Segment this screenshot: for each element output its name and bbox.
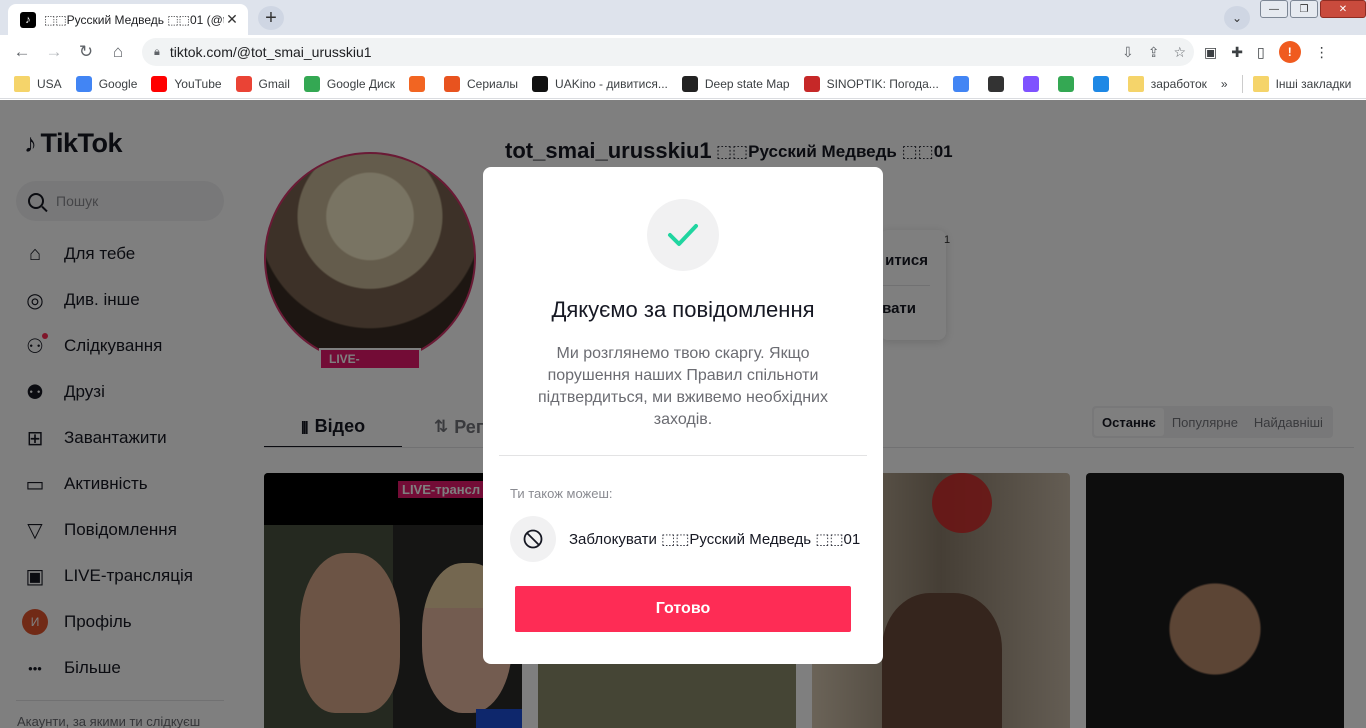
maps-icon: [1057, 75, 1074, 92]
bookmark-item[interactable]: Google: [75, 75, 138, 92]
f-app-icon: [409, 75, 425, 92]
bookmark-label: Gmail: [258, 76, 290, 91]
bookmark-label: UAKino - дивитися...: [555, 76, 668, 91]
tab-close-icon[interactable]: ✕: [224, 11, 240, 28]
browser-tab[interactable]: ♪ ⬚⬚Русский Медведь ⬚⬚01 (@to ✕: [8, 4, 248, 35]
back-icon[interactable]: ←: [6, 38, 38, 66]
youtube-icon: [151, 75, 168, 92]
share-icon[interactable]: ⇪: [1148, 44, 1160, 61]
tab-search-chevron-icon[interactable]: ⌄: [1224, 6, 1250, 30]
tab-title: ⬚⬚Русский Медведь ⬚⬚01 (@to: [44, 12, 224, 27]
block-icon: [510, 516, 556, 562]
extensions-puzzle-icon[interactable]: ✚: [1231, 44, 1243, 61]
bookmark-item[interactable]: [1022, 75, 1046, 92]
translate-icon: [952, 75, 969, 92]
gmail-icon: [235, 75, 252, 92]
bookmark-item[interactable]: [1057, 75, 1081, 92]
fox-icon: [444, 75, 460, 92]
folder-icon: [14, 75, 30, 92]
bookmark-item[interactable]: заработок: [1127, 75, 1207, 92]
report-thanks-dialog: Дякуємо за повідомлення Ми розглянемо тв…: [483, 167, 883, 664]
address-bar[interactable]: 🔒︎ tiktok.com/@tot_smai_urusskiu1 ⇩ ⇪ ☆: [142, 38, 1194, 66]
maximize-button[interactable]: ❐: [1290, 0, 1318, 18]
browser-tab-strip: ♪ ⬚⬚Русский Медведь ⬚⬚01 (@to ✕ + ⌄ — ❐ …: [0, 0, 1366, 35]
bookmark-label: Інші закладки: [1275, 76, 1352, 91]
extension-app-icon[interactable]: ▣: [1204, 44, 1217, 61]
bookmark-label: Google: [98, 76, 138, 91]
thermometer-icon: [803, 75, 820, 92]
google-icon: [75, 75, 92, 92]
side-panel-icon[interactable]: ▯: [1257, 44, 1265, 61]
bookmark-label: Deep state Map: [704, 76, 790, 91]
install-app-icon[interactable]: ⇩: [1122, 44, 1134, 61]
reload-icon[interactable]: ↻: [70, 38, 102, 66]
bookmark-item[interactable]: [987, 75, 1011, 92]
lock-icon[interactable]: 🔒︎: [154, 46, 160, 59]
bookmark-item[interactable]: Google Диск: [303, 75, 395, 92]
dialog-divider: [499, 455, 867, 456]
window-close-button[interactable]: ✕: [1320, 0, 1366, 18]
bookmark-item[interactable]: YouTube: [151, 75, 222, 92]
other-bookmarks-folder[interactable]: Інші закладки: [1252, 75, 1352, 92]
home-browser-icon[interactable]: ⌂: [102, 38, 134, 66]
bookmark-star-icon[interactable]: ☆: [1173, 44, 1186, 61]
bookmark-label: Google Диск: [326, 76, 395, 91]
forward-icon[interactable]: →: [38, 38, 70, 66]
bookmarks-bar: USA Google YouTube Gmail Google Диск Сериалы U…: [0, 69, 1366, 99]
extensions-area: ▣ ✚ ▯ ! ⋮: [1204, 38, 1329, 66]
minimize-button[interactable]: —: [1260, 0, 1288, 18]
tiktok-favicon-icon: ♪: [20, 11, 36, 28]
done-button[interactable]: Готово: [515, 586, 851, 632]
bookmark-item[interactable]: UAKino - дивитися...: [532, 75, 668, 92]
bookmark-item[interactable]: USA: [14, 75, 62, 92]
folder-icon: [1252, 75, 1269, 92]
bookmark-item[interactable]: [409, 75, 432, 92]
bookmark-label: SINOPTIK: Погода...: [826, 76, 939, 91]
folder-icon: [1127, 75, 1144, 92]
star-burst-icon: [1092, 75, 1109, 92]
also-can-label: Ти також можеш:: [510, 486, 613, 501]
bookmark-item[interactable]: [1092, 75, 1116, 92]
bookmark-item[interactable]: SINOPTIK: Погода...: [803, 75, 939, 92]
browser-profile-avatar[interactable]: !: [1278, 41, 1301, 63]
kotlin-icon: [1022, 75, 1039, 92]
deepstate-icon: [681, 75, 698, 92]
bookmark-label: USA: [37, 76, 62, 91]
bookmark-item[interactable]: Deep state Map: [681, 75, 790, 92]
window-controls: — ❐ ✕: [1258, 0, 1366, 20]
bookmark-item[interactable]: Gmail: [235, 75, 290, 92]
success-check-icon: [647, 199, 719, 271]
uakino-icon: [532, 75, 549, 92]
new-tab-button[interactable]: +: [258, 6, 284, 30]
browser-menu-icon[interactable]: ⋮: [1315, 44, 1329, 61]
dialog-title: Дякуємо за повідомлення: [551, 297, 815, 322]
bookmarks-separator: [1241, 74, 1243, 93]
block-user-option[interactable]: Заблокувати ⬚⬚Русский Медведь ⬚⬚01: [510, 516, 860, 562]
bookmark-label: YouTube: [174, 76, 222, 91]
url-text[interactable]: tiktok.com/@tot_smai_urusskiu1: [170, 44, 372, 60]
bookmark-label: заработок: [1150, 76, 1207, 91]
bookmark-item[interactable]: [952, 75, 976, 92]
dialog-message: Ми розглянемо твою скаргу. Якщо порушенн…: [538, 345, 828, 428]
browser-toolbar: ← → ↻ ⌂ 🔒︎ tiktok.com/@tot_smai_urusskiu…: [0, 35, 1366, 69]
bc-icon: [987, 75, 1004, 92]
bookmark-label: Сериалы: [467, 76, 519, 91]
block-user-label: Заблокувати ⬚⬚Русский Медведь ⬚⬚01: [569, 531, 861, 548]
bookmarks-overflow-button[interactable]: »: [1221, 77, 1228, 91]
google-drive-icon: [303, 75, 320, 92]
bookmark-item[interactable]: Сериалы: [444, 75, 519, 92]
